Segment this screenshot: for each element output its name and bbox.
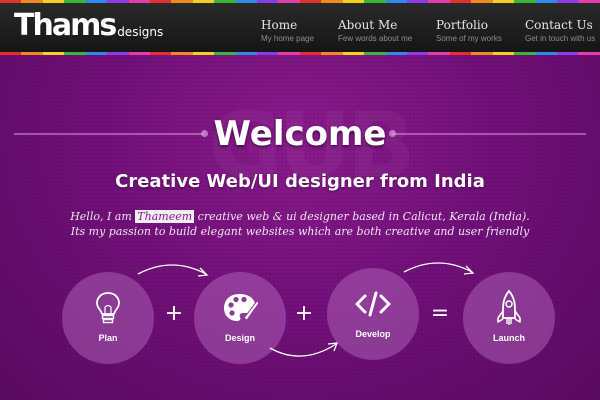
rainbow-segment (64, 52, 86, 55)
rainbow-segment (278, 52, 300, 55)
rainbow-segment (492, 52, 515, 55)
arrow-plan-to-design-icon (137, 264, 209, 277)
rainbow-segment (257, 52, 279, 55)
nav-sublabel: Some of my works (436, 34, 502, 43)
rainbow-segment (535, 52, 557, 55)
intro-name-highlight: Thameem (135, 210, 195, 223)
site-header: Thams designs Home My home page About Me… (0, 3, 600, 52)
rainbow-segment (128, 52, 150, 55)
rainbow-segment (578, 52, 600, 55)
step-label-plan: Plan (98, 333, 118, 343)
nav-label: Home (261, 18, 298, 32)
nav-sublabel: Few words about me (338, 34, 413, 43)
rainbow-segment (299, 52, 322, 55)
rainbow-segment (192, 52, 215, 55)
step-label-launch: Launch (492, 333, 525, 343)
step-plan: Plan (62, 272, 154, 364)
arrow-develop-to-launch-icon (403, 262, 475, 275)
rainbow-segment (407, 52, 429, 55)
welcome-heading: Welcome (213, 114, 387, 154)
nav-item-contact[interactable]: Contact Us Get in touch with us (525, 18, 595, 43)
rainbow-segment (21, 52, 43, 55)
nav-item-portfolio[interactable]: Portfolio Some of my works (436, 18, 502, 43)
arrow-design-to-develop-icon (269, 342, 338, 357)
nav-item-home[interactable]: Home My home page (261, 18, 314, 43)
nav-label: Portfolio (436, 18, 488, 32)
nav-sublabel: Get in touch with us (525, 34, 596, 43)
nav-item-about[interactable]: About Me Few words about me (338, 18, 412, 43)
rainbow-segment (85, 52, 108, 55)
tagline: Creative Web/UI designer from India (115, 171, 485, 192)
rainbow-stripe-bottom (0, 52, 600, 55)
intro-text: Hello, I am Thameem creative web & ui de… (0, 209, 600, 239)
rainbow-segment (235, 52, 258, 55)
rainbow-segment (321, 52, 343, 55)
rainbow-segment (364, 52, 386, 55)
rainbow-segment (449, 52, 472, 55)
rainbow-segment (0, 52, 22, 55)
nav-sublabel: My home page (261, 34, 314, 43)
rainbow-segment (556, 52, 579, 55)
intro-suffix: creative web & ui designer based in Cali… (194, 210, 530, 223)
main-nav: Home My home page About Me Few words abo… (0, 18, 600, 48)
nav-label: About Me (338, 18, 398, 32)
equals-operator: = (430, 301, 450, 326)
plus-operator: + (164, 301, 184, 326)
rainbow-segment (149, 52, 172, 55)
rainbow-segment (171, 52, 193, 55)
nav-label: Contact Us (525, 18, 593, 32)
rainbow-segment (471, 52, 493, 55)
rocket-icon (497, 289, 521, 325)
rainbow-segment (214, 52, 236, 55)
rainbow-segment (42, 52, 65, 55)
step-launch: Launch (463, 272, 555, 364)
rainbow-segment (514, 52, 536, 55)
lightbulb-icon (96, 292, 120, 324)
plus-operator: + (294, 301, 314, 326)
intro-line-2: Its my passion to build elegant websites… (70, 225, 530, 238)
rainbow-segment (385, 52, 408, 55)
palette-icon (224, 294, 260, 321)
code-icon (355, 291, 391, 317)
intro-prefix: Hello, I am (70, 210, 136, 223)
rainbow-segment (428, 52, 450, 55)
rainbow-segment (107, 52, 129, 55)
rainbow-segment (342, 52, 365, 55)
